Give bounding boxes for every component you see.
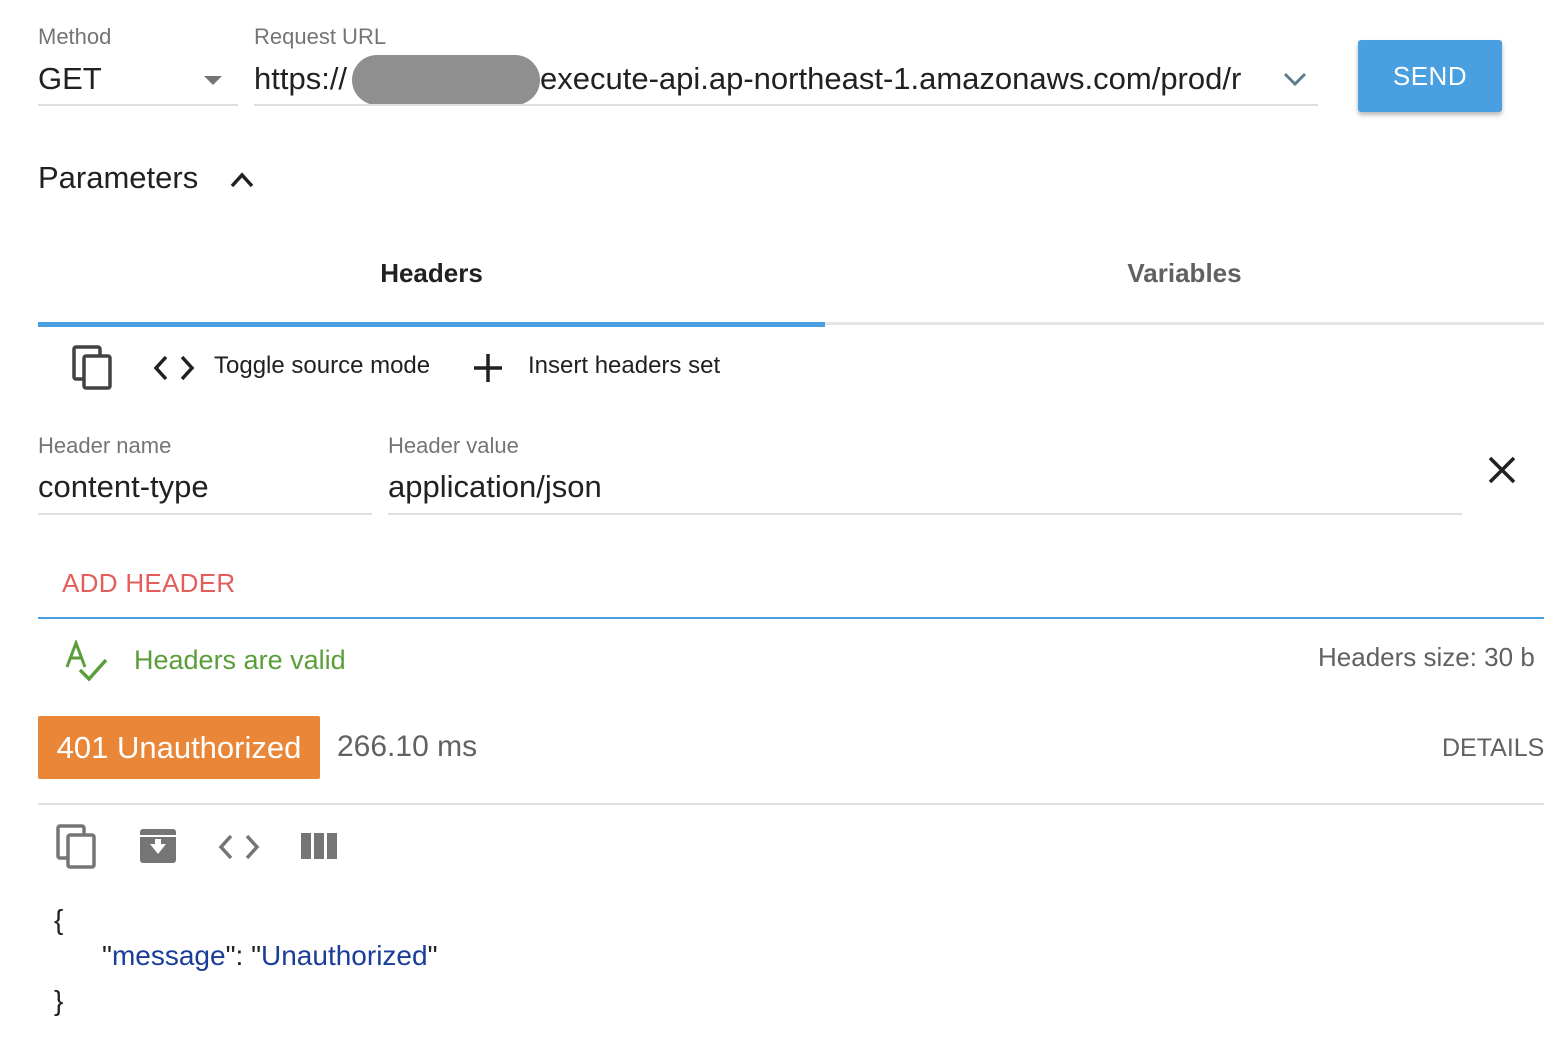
url-label: Request URL: [254, 24, 387, 49]
json-value: Unauthorized: [261, 940, 428, 971]
json-open-brace: {: [54, 904, 64, 935]
insert-headers-set-button[interactable]: Insert headers set: [528, 352, 720, 380]
spellcheck-icon: [65, 640, 108, 682]
header-name-value: content-type: [38, 469, 209, 504]
chevron-down-icon: [204, 76, 222, 85]
header-name-label: Header name: [38, 433, 172, 458]
url-prefix: https://: [254, 61, 348, 96]
header-name-input[interactable]: content-type: [38, 466, 372, 516]
method-value: GET: [38, 61, 102, 96]
toggle-source-mode-button[interactable]: Toggle source mode: [214, 352, 430, 380]
send-button[interactable]: SEND: [1358, 40, 1502, 112]
url-suffix: execute-api.ap-northeast-1.amazonaws.com…: [540, 61, 1242, 96]
tab-variables[interactable]: Variables: [825, 258, 1544, 289]
method-select[interactable]: GET: [38, 58, 238, 108]
header-value-label: Header value: [388, 433, 519, 458]
plus-icon[interactable]: [472, 352, 504, 384]
redaction-mask: [352, 55, 540, 105]
json-key: message: [111, 940, 226, 971]
add-header-button[interactable]: ADD HEADER: [62, 568, 235, 599]
copy-icon[interactable]: [72, 345, 114, 391]
response-divider: [38, 803, 1544, 805]
response-time: 266.10 ms: [337, 730, 478, 763]
json-entry: "message": "Unauthorized": [102, 940, 438, 971]
header-value-input[interactable]: application/json: [388, 466, 1462, 516]
details-button[interactable]: DETAILS: [1442, 734, 1544, 763]
chevron-up-icon[interactable]: [228, 168, 256, 192]
columns-icon[interactable]: [300, 832, 338, 860]
active-tab-indicator: [38, 322, 825, 327]
parameters-title: Parameters: [38, 160, 199, 195]
code-icon[interactable]: [217, 831, 261, 863]
status-badge: 401 Unauthorized: [38, 716, 320, 779]
headers-size-text: Headers size: 30 b: [1318, 642, 1535, 672]
save-icon[interactable]: [138, 827, 178, 865]
chevron-down-icon[interactable]: [1282, 70, 1308, 88]
tab-headers[interactable]: Headers: [38, 258, 825, 289]
header-value-value: application/json: [388, 469, 602, 504]
close-icon[interactable]: [1486, 454, 1518, 486]
copy-icon[interactable]: [56, 824, 98, 870]
section-divider: [38, 617, 1544, 619]
url-input[interactable]: https:// execute-api.ap-northeast-1.amaz…: [254, 55, 1318, 108]
code-icon[interactable]: [152, 352, 196, 384]
json-close-brace: }: [54, 985, 64, 1016]
headers-valid-message: Headers are valid: [134, 645, 346, 675]
method-label: Method: [38, 24, 112, 49]
